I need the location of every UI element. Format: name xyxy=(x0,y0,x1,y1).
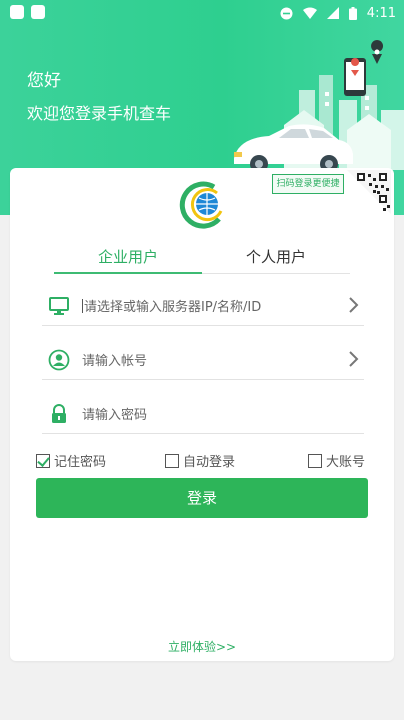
remember-password-label: 记住密码 xyxy=(54,455,107,470)
chevron-right-icon[interactable] xyxy=(348,350,360,368)
auto-login-option[interactable]: 自动登录 xyxy=(165,451,235,470)
remember-password-option[interactable]: 记住密码 xyxy=(36,451,106,470)
active-tab-indicator xyxy=(54,272,202,274)
tab-enterprise-user[interactable]: 企业用户 xyxy=(54,242,202,274)
signal-icon xyxy=(326,7,339,19)
auto-login-label: 自动登录 xyxy=(183,455,236,470)
user-type-tabs: 企业用户 个人用户 xyxy=(54,242,350,274)
status-time: 4:11 xyxy=(366,5,396,21)
app-logo xyxy=(179,181,223,229)
dnd-icon xyxy=(280,7,293,19)
password-input-placeholder: 请输入密码 xyxy=(82,408,148,423)
big-account-checkbox[interactable] xyxy=(308,453,322,468)
battery-icon xyxy=(348,6,357,20)
tab-personal-user[interactable]: 个人用户 xyxy=(202,242,350,274)
greeting-subtitle: 欢迎您登录手机查车 xyxy=(27,104,172,123)
lock-icon xyxy=(52,404,66,423)
auto-login-checkbox[interactable] xyxy=(165,453,179,468)
big-account-option[interactable]: 大账号 xyxy=(308,451,365,470)
login-options: 记住密码 自动登录 大账号 xyxy=(36,451,368,471)
remember-password-checkbox[interactable] xyxy=(36,453,50,468)
password-field[interactable]: 请输入密码 xyxy=(42,394,364,434)
try-now-link[interactable]: 立即体验>> xyxy=(10,638,394,655)
qr-code-icon[interactable] xyxy=(347,170,391,214)
big-account-label: 大账号 xyxy=(326,455,366,470)
notification-icon xyxy=(10,5,24,19)
scan-login-tag[interactable]: 扫码登录更便捷 xyxy=(272,174,344,194)
chevron-right-icon[interactable] xyxy=(348,296,360,314)
greeting-title: 您好 xyxy=(27,71,61,91)
status-bar: 4:11 xyxy=(0,0,404,26)
wifi-icon xyxy=(302,7,317,19)
monitor-icon xyxy=(49,297,69,315)
server-input-placeholder: 请选择或输入服务器IP/名称/ID xyxy=(84,300,262,315)
login-button[interactable]: 登录 xyxy=(36,478,368,518)
account-input-placeholder: 请输入帐号 xyxy=(82,354,148,369)
account-field[interactable]: 请输入帐号 xyxy=(42,340,364,380)
notification-icon xyxy=(31,5,45,19)
server-field[interactable]: 请选择或输入服务器IP/名称/ID xyxy=(42,286,364,326)
user-icon xyxy=(48,349,70,371)
login-card: 扫码登录更便捷 企业用户 个人用户 请选择或输入服务器IP/名称/ID 请输入帐… xyxy=(10,168,394,661)
text-caret xyxy=(82,299,83,313)
